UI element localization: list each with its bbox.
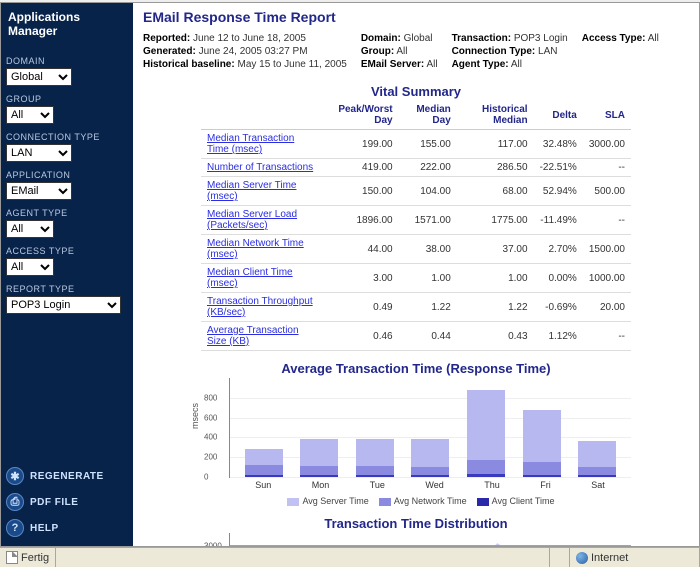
page-icon [6,551,18,564]
vital-table: Peak/Worst DayMedian DayHistorical Media… [201,101,631,351]
group-select[interactable]: All [6,106,54,124]
refresh-icon: ✱ [6,467,24,485]
metric-link[interactable]: Median Network Time (msec) [207,238,304,260]
status-done: Fertig [21,552,49,564]
chart2-title: Transaction Time Distribution [143,516,689,531]
area-chart: msecs 0100020003000 SunMonTueWedThuFriSa… [201,533,631,546]
bar-chart: msecs 0200400600800 SunMonTueWedThuFriSa… [201,378,631,490]
table-row: Average Transaction Size (KB)0.460.440.4… [201,322,631,351]
table-row: Transaction Throughput (KB/sec)0.491.221… [201,293,631,322]
metric-link[interactable]: Average Transaction Size (KB) [207,325,299,347]
table-row: Median Server Load (Packets/sec)1896.001… [201,206,631,235]
table-row: Number of Transactions419.00222.00286.50… [201,159,631,177]
pdf-button[interactable]: ⎙ PDF FILE [6,493,128,511]
metric-link[interactable]: Median Transaction Time (msec) [207,133,294,155]
access-label: ACCESS TYPE [6,246,128,256]
table-row: Median Client Time (msec)3.001.001.000.0… [201,264,631,293]
metric-link[interactable]: Number of Transactions [207,162,313,173]
regenerate-button[interactable]: ✱ REGENERATE [6,467,128,485]
statusbar: Fertig Internet [0,547,700,567]
status-zone: Internet [591,552,628,564]
report-label: REPORT TYPE [6,284,128,294]
app-title: Applications Manager [6,8,128,48]
help-icon: ? [6,519,24,537]
domain-select[interactable]: Global [6,68,72,86]
connection-label: CONNECTION TYPE [6,132,128,142]
pdf-icon: ⎙ [6,493,24,511]
content-pane[interactable]: EMail Response Time Report Reported: Jun… [133,3,699,546]
metric-link[interactable]: Median Server Load (Packets/sec) [207,209,297,231]
report-select[interactable]: POP3 Login [6,296,121,314]
metric-link[interactable]: Transaction Throughput (KB/sec) [207,296,313,318]
group-label: GROUP [6,94,128,104]
sidebar: Applications Manager DOMAIN Global GROUP… [1,3,133,546]
table-row: Median Server Time (msec)150.00104.0068.… [201,177,631,206]
domain-label: DOMAIN [6,56,128,66]
application-select[interactable]: EMail [6,182,72,200]
chart1-title: Average Transaction Time (Response Time) [143,361,689,376]
access-select[interactable]: All [6,258,54,276]
agent-label: AGENT TYPE [6,208,128,218]
chart1-legend: Avg Server TimeAvg Network TimeAvg Clien… [143,496,689,506]
vital-title: Vital Summary [143,84,689,99]
connection-select[interactable]: LAN [6,144,72,162]
metric-link[interactable]: Median Client Time (msec) [207,267,293,289]
agent-select[interactable]: All [6,220,54,238]
table-row: Median Network Time (msec)44.0038.0037.0… [201,235,631,264]
globe-icon [576,552,588,564]
table-row: Median Transaction Time (msec)199.00155.… [201,130,631,159]
report-title: EMail Response Time Report [143,9,689,25]
metric-link[interactable]: Median Server Time (msec) [207,180,296,202]
application-label: APPLICATION [6,170,128,180]
report-meta: Reported: June 12 to June 18, 2005 Gener… [143,33,689,70]
help-button[interactable]: ? HELP [6,519,128,537]
